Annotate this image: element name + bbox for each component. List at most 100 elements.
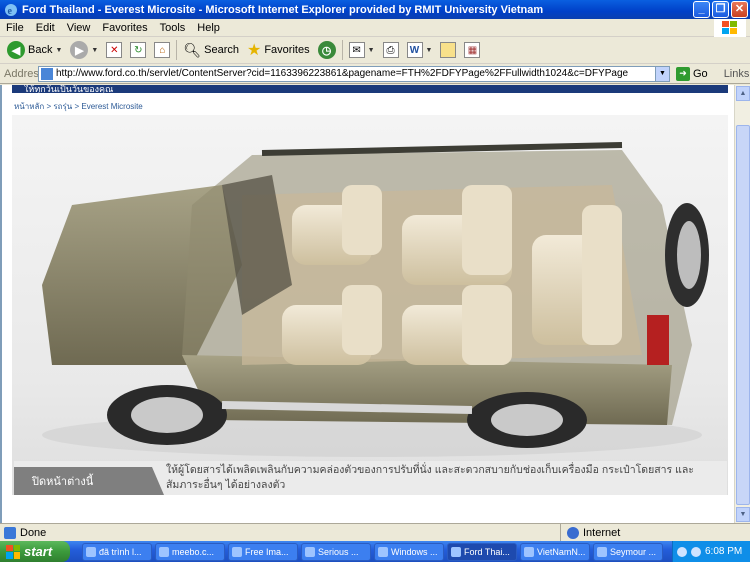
- mail-icon: ✉: [348, 42, 365, 58]
- favorites-label: Favorites: [264, 44, 310, 56]
- chevron-down-icon: ▼: [367, 46, 375, 54]
- suv-cutaway-image: [42, 142, 709, 457]
- note-icon: [440, 42, 457, 58]
- taskbar-item[interactable]: đã trình l...: [82, 542, 152, 561]
- window-icon: [159, 546, 169, 557]
- history-button[interactable]: ◷: [314, 38, 340, 62]
- address-bar: Address http://www.ford.co.th/servlet/Co…: [0, 64, 750, 84]
- go-label: Go: [693, 67, 708, 80]
- search-label: Search: [204, 44, 239, 56]
- back-arrow-icon: ◀: [7, 41, 25, 59]
- taskbar: start đã trình l... meebo.c... Free Ima.…: [0, 541, 750, 562]
- chevron-down-icon: ▼: [91, 46, 99, 54]
- taskbar-item[interactable]: Free Ima...: [228, 542, 298, 561]
- windows-flag-icon: [6, 544, 20, 559]
- home-button[interactable]: ⌂: [150, 38, 174, 62]
- taskbar-item[interactable]: VietNamN...: [520, 542, 590, 561]
- status-text: Done: [20, 526, 47, 539]
- tray-icon[interactable]: [691, 546, 701, 557]
- close-window-button[interactable]: ปิดหน้าต่างนี้: [14, 467, 164, 495]
- menu-edit[interactable]: Edit: [30, 22, 61, 34]
- home-icon: ⌂: [154, 42, 171, 58]
- system-tray: 6:08 PM: [672, 541, 750, 562]
- forward-arrow-icon: ▶: [70, 41, 89, 59]
- taskbar-item[interactable]: Serious ...: [301, 542, 371, 561]
- vertical-scrollbar[interactable]: ▲ ▼: [734, 85, 750, 523]
- security-zone: Internet: [583, 526, 621, 539]
- minimize-button[interactable]: _: [693, 1, 710, 18]
- start-button[interactable]: start: [0, 541, 70, 562]
- windows-logo-icon: [714, 19, 746, 37]
- page-viewport: ให้ทุกวันเป็นวันของคุณ หน้าหลัก > รถรุ่น…: [0, 85, 750, 523]
- print-icon: ⎙: [382, 42, 399, 58]
- refresh-icon: ↻: [130, 42, 147, 58]
- address-input[interactable]: http://www.ford.co.th/servlet/ContentSer…: [38, 65, 670, 82]
- mail-button[interactable]: ✉ ▼: [345, 38, 379, 62]
- window-icon: [378, 546, 388, 557]
- links-button[interactable]: Links: [724, 68, 750, 80]
- messenger-button[interactable]: ▦: [460, 38, 484, 62]
- menu-view[interactable]: View: [61, 22, 97, 34]
- menu-favorites[interactable]: Favorites: [96, 22, 153, 34]
- caption-panel: ปิดหน้าต่างนี้ ให้ผู้โดยสารได้เพลิดเพลิน…: [14, 461, 727, 495]
- word-icon: W: [406, 42, 423, 58]
- search-button[interactable]: 🔍︎ Search: [179, 38, 243, 62]
- taskbar-item-active[interactable]: Ford Thai...: [447, 542, 517, 561]
- window-icon: [232, 546, 242, 557]
- window-icon: [305, 546, 315, 557]
- print-button[interactable]: ⎙: [379, 38, 403, 62]
- window-icon: [597, 546, 607, 557]
- history-icon: ◷: [317, 41, 336, 59]
- menu-file[interactable]: File: [0, 22, 30, 34]
- refresh-button[interactable]: ↻: [126, 38, 150, 62]
- window-icon: [524, 546, 534, 557]
- taskbar-item[interactable]: Seymour ...: [593, 542, 663, 561]
- svg-text:e: e: [8, 6, 13, 17]
- window-title: Ford Thailand - Everest Microsite - Micr…: [22, 3, 544, 16]
- edit-button[interactable]: W ▼: [403, 38, 437, 62]
- globe-icon: [567, 526, 579, 539]
- scroll-down-icon[interactable]: ▼: [736, 507, 750, 522]
- address-label: Address: [4, 67, 45, 80]
- menu-bar: File Edit View Favorites Tools Help: [0, 19, 750, 37]
- close-button[interactable]: ✕: [731, 1, 748, 18]
- page-done-icon: [4, 526, 16, 539]
- page-icon: [41, 67, 53, 80]
- go-arrow-icon: ➜: [676, 66, 690, 81]
- window-icon: [86, 546, 96, 557]
- title-bar: e Ford Thailand - Everest Microsite - Mi…: [0, 0, 750, 19]
- taskbar-item[interactable]: Windows ...: [374, 542, 444, 561]
- maximize-button[interactable]: ❐: [712, 1, 729, 18]
- taskbar-item[interactable]: meebo.c...: [155, 542, 225, 561]
- forward-button[interactable]: ▶ ▼: [66, 38, 102, 62]
- stop-icon: ✕: [106, 42, 123, 58]
- toolbox-icon: ▦: [464, 42, 481, 58]
- chevron-down-icon[interactable]: ▼: [655, 66, 669, 81]
- clock: 6:08 PM: [705, 546, 743, 557]
- everest-interior-photo: ปิดหน้าต่างนี้ ให้ผู้โดยสารได้เพลิดเพลิน…: [12, 115, 728, 495]
- chevron-down-icon: ▼: [425, 46, 433, 54]
- chevron-down-icon: ▼: [55, 46, 63, 54]
- menu-help[interactable]: Help: [191, 22, 226, 34]
- status-bar: Done Internet: [0, 523, 750, 542]
- star-icon: ★: [246, 42, 262, 59]
- caption-text: ให้ผู้โดยสารได้เพลิดเพลินกับความคล่องตัว…: [166, 464, 694, 491]
- address-url: http://www.ford.co.th/servlet/ContentSer…: [56, 68, 629, 79]
- tray-icon[interactable]: [677, 546, 687, 557]
- go-button[interactable]: ➜ Go: [676, 66, 708, 81]
- site-header-strip: ให้ทุกวันเป็นวันของคุณ: [12, 85, 728, 93]
- stop-button[interactable]: ✕: [102, 38, 126, 62]
- back-label: Back: [28, 44, 53, 56]
- toolbar: ◀ Back ▼ ▶ ▼ ✕ ↻ ⌂ 🔍︎ Search ★ Favorites…: [0, 37, 750, 64]
- breadcrumb[interactable]: หน้าหลัก > รถรุ่น > Everest Microsite: [14, 100, 143, 113]
- back-button[interactable]: ◀ Back ▼: [3, 38, 66, 62]
- internet-explorer-icon: e: [5, 3, 17, 17]
- favorites-button[interactable]: ★ Favorites: [243, 38, 314, 62]
- discuss-button[interactable]: [436, 38, 460, 62]
- start-label: start: [24, 544, 53, 559]
- search-icon: 🔍︎: [183, 41, 202, 58]
- scroll-up-icon[interactable]: ▲: [736, 86, 750, 101]
- scroll-thumb[interactable]: [736, 125, 750, 505]
- window-icon: [451, 546, 461, 557]
- menu-tools[interactable]: Tools: [154, 22, 192, 34]
